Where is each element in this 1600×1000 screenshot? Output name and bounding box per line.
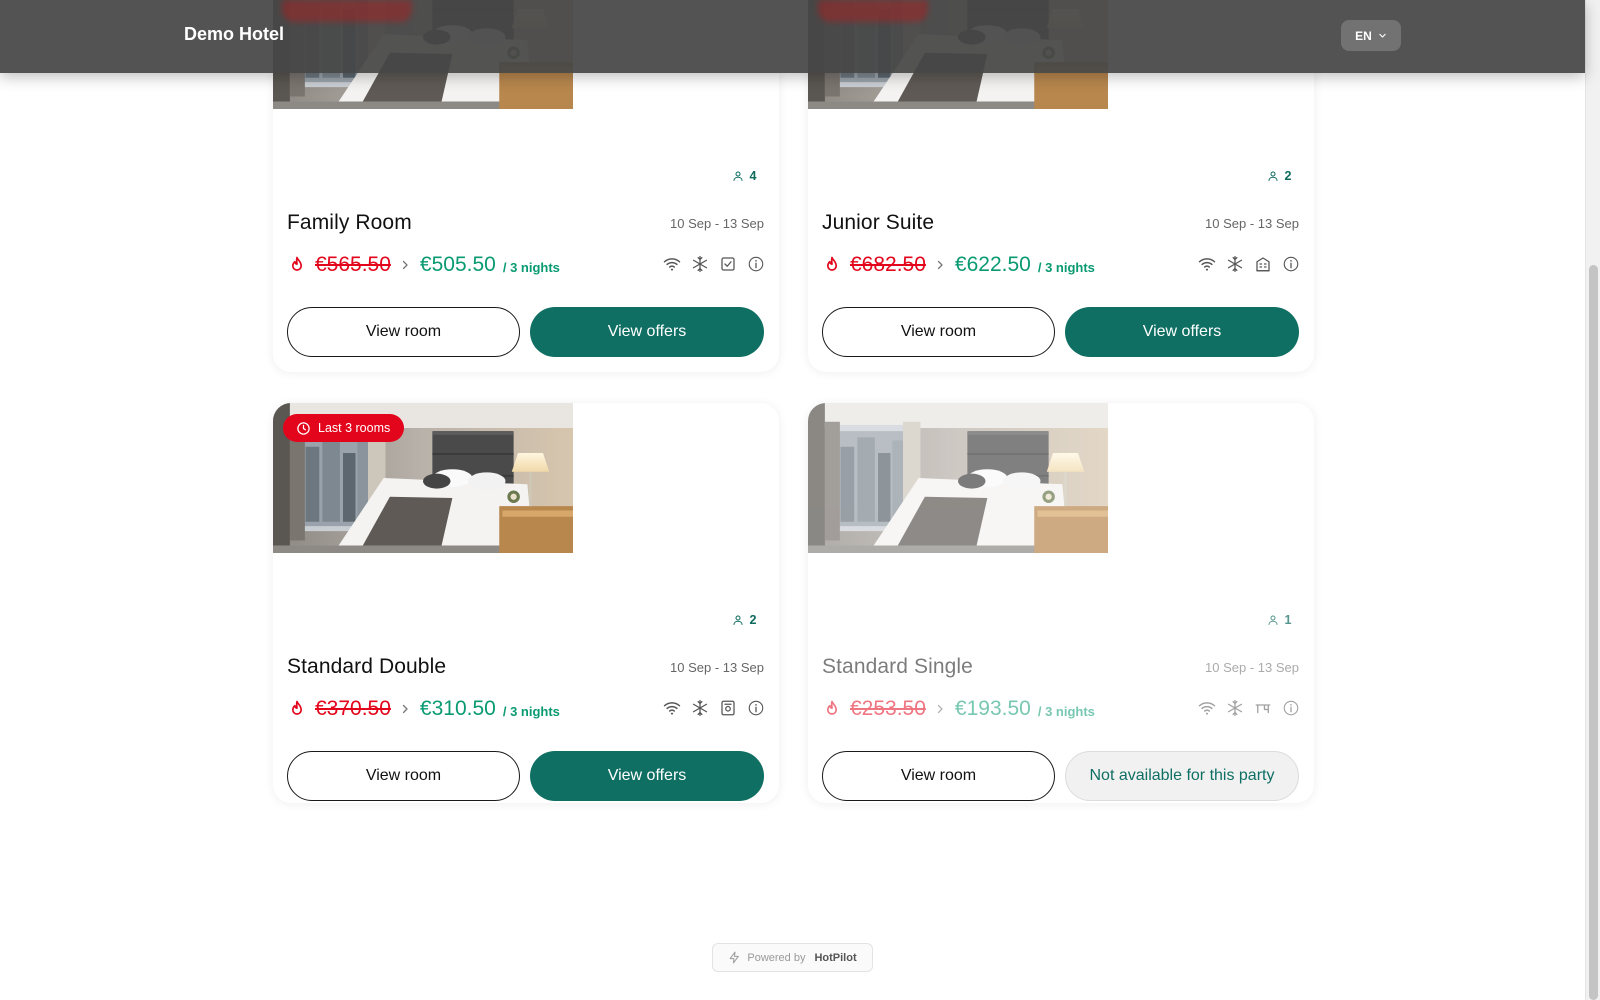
powered-by-label: Powered by — [747, 951, 806, 964]
new-price: €310.50 — [419, 697, 496, 720]
price-row: €682.50 €622.50 / 3 nights — [822, 251, 1095, 279]
guest-count: 2 — [1284, 168, 1292, 183]
user-icon — [732, 614, 744, 626]
top-header: Demo Hotel EN — [0, 0, 1585, 73]
amenities — [1198, 699, 1300, 717]
info-icon[interactable] — [1282, 699, 1300, 717]
user-icon — [1267, 614, 1279, 626]
room-title: Family Room — [287, 211, 412, 234]
user-icon — [732, 170, 744, 182]
snowflake-icon — [1226, 699, 1244, 717]
not-available-button: Not available for this party — [1065, 751, 1299, 801]
clock-icon — [296, 421, 311, 436]
room-title: Standard Single — [822, 655, 973, 678]
old-price: €370.50 — [315, 697, 391, 720]
wifi-icon — [663, 255, 681, 273]
view-room-button[interactable]: View room — [822, 751, 1055, 801]
badge-peek — [282, 0, 412, 22]
stay-dates: 10 Sep - 13 Sep — [670, 216, 764, 231]
info-icon[interactable] — [747, 255, 765, 273]
guest-count: 4 — [749, 168, 757, 183]
checkbox-icon — [719, 255, 737, 273]
chevron-right-icon — [399, 259, 411, 271]
guest-count: 2 — [749, 612, 757, 627]
last-rooms-badge: Last 3 rooms — [283, 414, 405, 442]
room-photo[interactable]: Last 3 rooms 2 — [273, 403, 779, 643]
stay-dates: 10 Sep - 13 Sep — [1205, 216, 1299, 231]
room-image — [808, 403, 1108, 553]
room-photo[interactable]: 1 — [808, 403, 1314, 643]
room-card: Last 3 rooms 2 Standard Double 10 Sep - … — [273, 403, 779, 803]
new-price: €505.50 — [419, 253, 496, 276]
amenities — [1198, 255, 1300, 273]
chevron-right-icon — [934, 259, 946, 271]
price-row: €370.50 €310.50 / 3 nights — [287, 695, 560, 723]
guest-count-badge: 2 — [1257, 165, 1301, 186]
hotel-name[interactable]: Demo Hotel — [184, 24, 284, 45]
view-offers-button[interactable]: View offers — [530, 751, 764, 801]
share-button[interactable] — [1264, 416, 1304, 456]
amenities — [663, 255, 765, 273]
chevron-right-icon — [934, 703, 946, 715]
stay-dates: 10 Sep - 13 Sep — [1205, 660, 1299, 675]
view-offers-button[interactable]: View offers — [530, 307, 764, 357]
old-price: €682.50 — [850, 253, 926, 276]
info-icon[interactable] — [1282, 255, 1300, 273]
share-icon — [1275, 427, 1293, 445]
chevron-right-icon — [399, 703, 411, 715]
stay-dates: 10 Sep - 13 Sep — [670, 660, 764, 675]
safe-icon — [719, 699, 737, 717]
chevron-down-icon — [1379, 33, 1386, 38]
scrollbar-thumb[interactable] — [1589, 265, 1598, 1000]
old-price: €565.50 — [315, 253, 391, 276]
fire-icon — [287, 698, 307, 720]
powered-by-brand: HotPilot — [814, 951, 857, 964]
nights-label: / 3 nights — [502, 260, 560, 275]
vertical-scrollbar[interactable] — [1585, 0, 1600, 1000]
language-label: EN — [1355, 28, 1372, 43]
building-icon — [1254, 255, 1272, 273]
amenities — [663, 699, 765, 717]
user-icon — [1267, 170, 1279, 182]
share-button[interactable] — [729, 416, 769, 456]
view-room-button[interactable]: View room — [822, 307, 1055, 357]
guest-count: 1 — [1284, 612, 1292, 627]
nights-label: / 3 nights — [1037, 704, 1095, 719]
last-rooms-label: Last 3 rooms — [318, 421, 391, 435]
guest-count-badge: 1 — [1257, 609, 1301, 630]
badge-peek — [818, 0, 928, 22]
snowflake-icon — [691, 699, 709, 717]
new-price: €622.50 — [954, 253, 1031, 276]
language-selector[interactable]: EN — [1341, 20, 1401, 51]
snowflake-icon — [1226, 255, 1244, 273]
info-icon[interactable] — [747, 699, 765, 717]
fire-icon — [287, 254, 307, 276]
fire-icon — [822, 254, 842, 276]
nights-label: / 3 nights — [1037, 260, 1095, 275]
room-title: Standard Double — [287, 655, 447, 678]
bolt-icon — [728, 951, 741, 964]
fire-icon — [822, 698, 842, 720]
guest-count-badge: 4 — [722, 165, 766, 186]
view-offers-button[interactable]: View offers — [1065, 307, 1299, 357]
room-title: Junior Suite — [822, 211, 935, 234]
view-room-button[interactable]: View room — [287, 751, 520, 801]
desk-icon — [1254, 699, 1272, 717]
wifi-icon — [1198, 699, 1216, 717]
share-icon — [740, 427, 758, 445]
nights-label: / 3 nights — [502, 704, 560, 719]
snowflake-icon — [691, 255, 709, 273]
powered-by-badge[interactable]: Powered by HotPilot — [712, 943, 873, 972]
view-room-button[interactable]: View room — [287, 307, 520, 357]
price-row: €253.50 €193.50 / 3 nights — [822, 695, 1095, 723]
new-price: €193.50 — [954, 697, 1031, 720]
guest-count-badge: 2 — [722, 609, 766, 630]
old-price: €253.50 — [850, 697, 926, 720]
room-card: 1 Standard Single 10 Sep - 13 Sep €253.5… — [808, 403, 1314, 803]
price-row: €565.50 €505.50 / 3 nights — [287, 251, 560, 279]
wifi-icon — [1198, 255, 1216, 273]
wifi-icon — [663, 699, 681, 717]
